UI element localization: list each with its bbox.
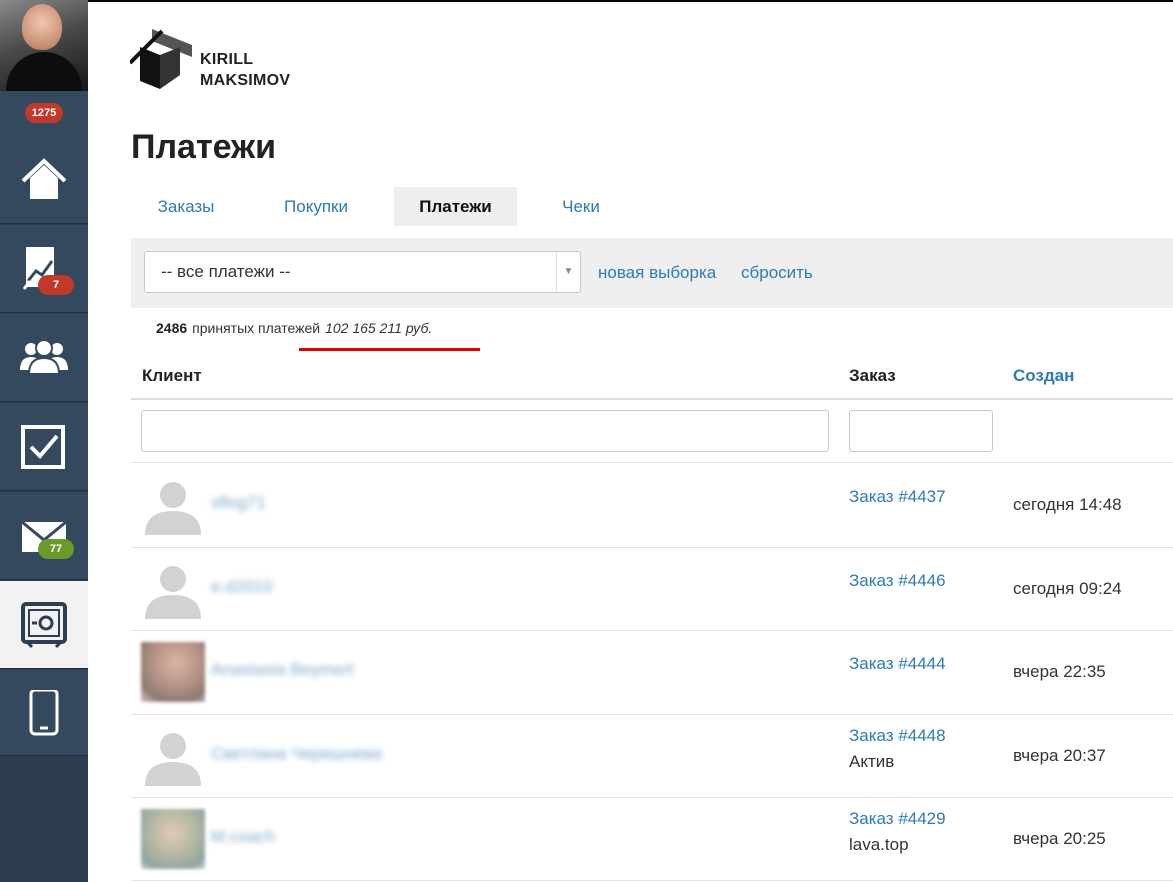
sum-highlight-underline [299, 348, 480, 351]
order-link[interactable]: Заказ #4446 [849, 571, 946, 591]
created-time: вчера 20:25 [1013, 829, 1106, 848]
created-time: вчера 20:37 [1013, 746, 1106, 765]
notifications-badge: 1275 [25, 103, 63, 123]
sidebar-item-stats[interactable]: 7 [0, 225, 88, 313]
order-link[interactable]: Заказ #4444 [849, 654, 946, 674]
sidebar-item-home[interactable] [0, 136, 88, 224]
mail-badge: 77 [38, 539, 74, 559]
table-row: M.coach Заказ #4429 lava.top вчера 20:25 [131, 797, 1173, 881]
order-link[interactable]: Заказ #4448 [849, 726, 946, 746]
client-name-link[interactable]: Anastasia Beymert [211, 660, 354, 680]
chevron-down-icon[interactable]: ▼ [556, 252, 580, 292]
order-filter-input[interactable] [849, 410, 993, 452]
payments-filter-select[interactable]: -- все платежи -- ▼ [144, 251, 581, 293]
sidebar: 1275 7 77 [0, 0, 88, 882]
table-row: Светлана Черешнева Заказ #4448 Актив вче… [131, 714, 1173, 798]
row-divider [131, 880, 1173, 881]
checkbox-icon [21, 425, 65, 469]
sidebar-item-tasks[interactable] [0, 403, 88, 491]
default-avatar-icon [145, 733, 201, 786]
column-header-order: Заказ [849, 366, 896, 385]
client-photo [141, 642, 205, 702]
column-header-client: Клиент [142, 366, 202, 385]
reset-link[interactable]: сбросить [741, 238, 813, 308]
main-content: KIRILL MAKSIMOV Платежи Заказы Покупки П… [88, 2, 1173, 882]
notification-area[interactable]: 1275 [0, 91, 88, 136]
payments-summary: 2486 принятых платежей 102 165 211 руб. [156, 320, 432, 336]
avatar-head [22, 4, 62, 50]
sidebar-footer [0, 756, 88, 882]
created-time: сегодня 14:48 [1013, 495, 1122, 514]
order-product: Актив [849, 752, 895, 771]
order-product: lava.top [849, 835, 909, 854]
payments-count: 2486 [156, 320, 188, 336]
payments-label: принятых платежей [192, 320, 321, 336]
safe-icon [21, 602, 67, 649]
tab-orders[interactable]: Заказы [131, 187, 241, 226]
client-photo [141, 809, 205, 869]
client-name-link[interactable]: e.d2010 [211, 577, 272, 597]
users-icon [20, 339, 68, 375]
phone-icon [29, 690, 59, 736]
table-row: e.d2010 Заказ #4446 сегодня 09:24 [131, 547, 1173, 631]
order-link[interactable]: Заказ #4429 [849, 809, 946, 829]
stats-badge: 7 [38, 275, 74, 295]
default-avatar-icon [145, 482, 201, 535]
filter-bar: -- все платежи -- ▼ новая выборка сброси… [131, 238, 1173, 308]
column-header-created[interactable]: Создан [1013, 366, 1074, 386]
client-name-link[interactable]: sflog71 [211, 493, 266, 513]
table-row: sflog71 Заказ #4437 сегодня 14:48 [131, 463, 1173, 547]
created-time: вчера 22:35 [1013, 662, 1106, 681]
brand-line-2: MAKSIMOV [200, 72, 291, 89]
new-selection-link[interactable]: новая выборка [598, 238, 716, 308]
brand-name: KIRILL MAKSIMOV [200, 49, 290, 91]
home-icon [21, 158, 67, 199]
brand-line-1: KIRILL [200, 51, 254, 68]
logo-mark-icon [130, 29, 192, 89]
tab-purchases[interactable]: Покупки [261, 187, 371, 226]
page-title: Платежи [131, 128, 277, 166]
header-divider [131, 398, 1173, 400]
brand-logo[interactable]: KIRILL MAKSIMOV [130, 27, 300, 97]
default-avatar-icon [145, 566, 201, 619]
client-name-link[interactable]: M.coach [211, 827, 275, 847]
sidebar-item-users[interactable] [0, 314, 88, 402]
sidebar-item-mobile[interactable] [0, 670, 88, 756]
select-value: -- все платежи -- [161, 262, 291, 281]
tab-payments[interactable]: Платежи [394, 187, 517, 226]
tab-receipts[interactable]: Чеки [531, 187, 631, 226]
table-row: Anastasia Beymert Заказ #4444 вчера 22:3… [131, 630, 1173, 714]
avatar-body [6, 52, 82, 91]
payments-sum: 102 165 211 руб. [325, 320, 433, 336]
sidebar-item-payments[interactable] [0, 581, 88, 669]
order-link[interactable]: Заказ #4437 [849, 487, 946, 507]
client-name-link[interactable]: Светлана Черешнева [211, 744, 382, 764]
user-avatar[interactable] [0, 0, 88, 91]
client-filter-input[interactable] [141, 410, 829, 452]
sidebar-item-mail[interactable]: 77 [0, 492, 88, 580]
created-time: сегодня 09:24 [1013, 579, 1122, 598]
